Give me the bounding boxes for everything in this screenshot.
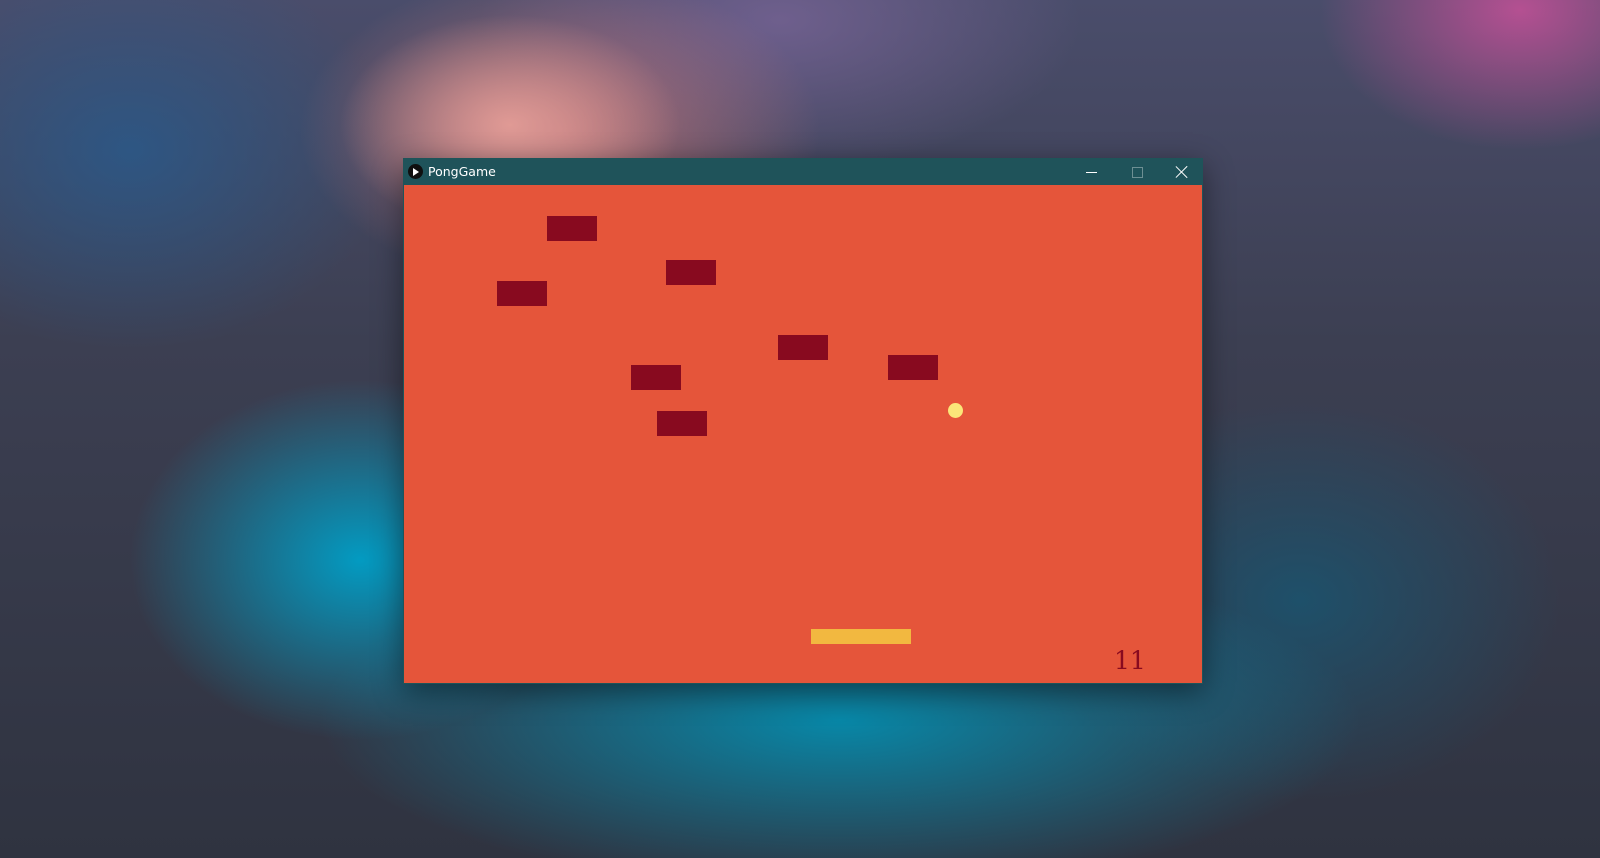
brick: [497, 281, 547, 306]
brick: [631, 365, 681, 390]
brick: [666, 260, 716, 285]
close-icon: [1175, 166, 1187, 178]
pong-game-window: PongGame 11: [403, 158, 1203, 684]
minimize-button[interactable]: [1068, 159, 1114, 185]
brick: [888, 355, 938, 380]
brick: [657, 411, 707, 436]
maximize-button[interactable]: [1114, 159, 1160, 185]
window-titlebar[interactable]: PongGame: [404, 159, 1202, 185]
maximize-icon: [1132, 167, 1143, 178]
game-canvas[interactable]: 11: [404, 185, 1202, 683]
paddle[interactable]: [811, 629, 911, 644]
window-title: PongGame: [428, 164, 496, 179]
desktop-background: PongGame 11: [0, 0, 1600, 858]
brick: [778, 335, 828, 360]
ball: [948, 403, 963, 418]
score-counter: 11: [1114, 646, 1146, 675]
minimize-icon: [1086, 172, 1097, 173]
app-play-icon: [408, 164, 423, 179]
brick: [547, 216, 597, 241]
close-button[interactable]: [1158, 159, 1204, 185]
